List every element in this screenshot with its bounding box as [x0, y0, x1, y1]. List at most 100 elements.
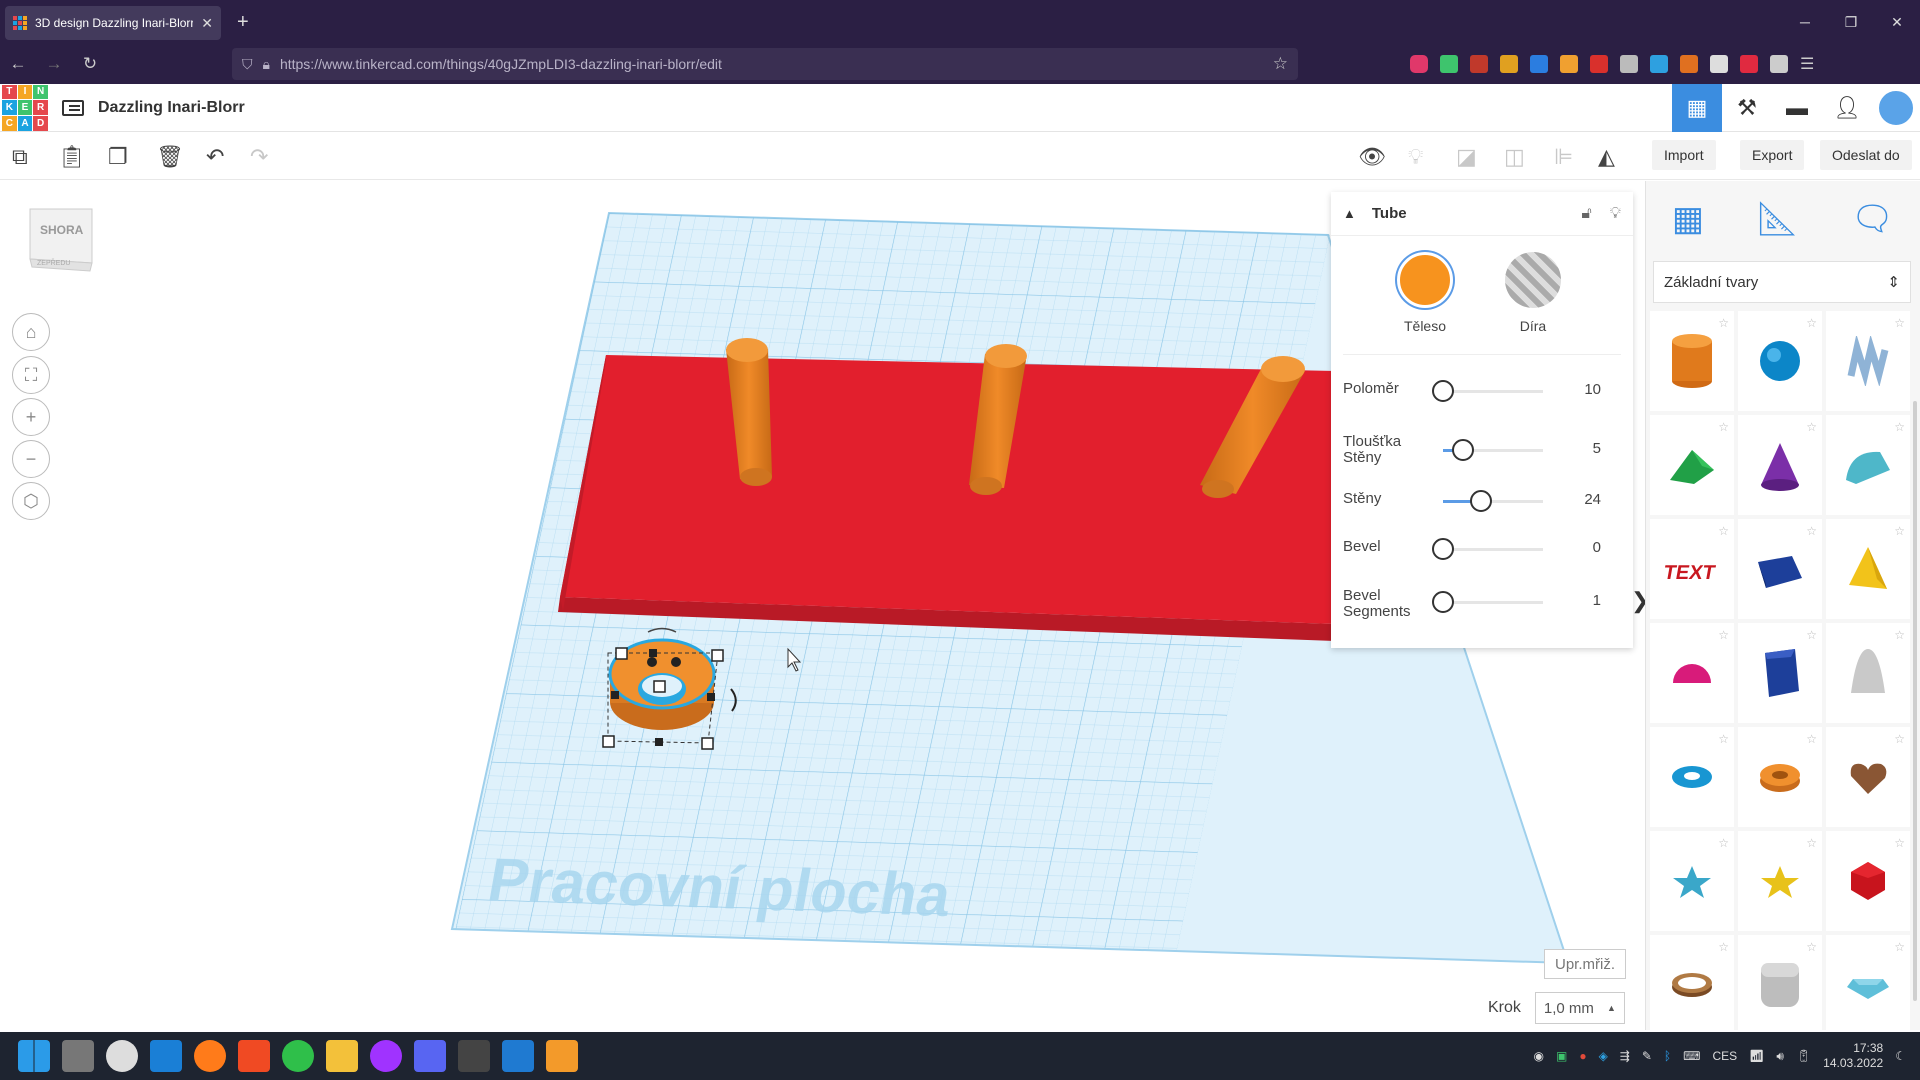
shape-box[interactable]: ☆ — [1738, 519, 1822, 619]
close-window-icon[interactable]: ✕ — [1874, 0, 1920, 44]
zoom-out-icon[interactable]: − — [12, 440, 50, 478]
messenger-icon[interactable] — [370, 1040, 402, 1072]
extension-icon[interactable] — [1590, 55, 1608, 73]
undo-icon[interactable]: ↶ — [206, 144, 224, 170]
copy-icon[interactable]: ⧉ — [12, 144, 28, 170]
param-value[interactable]: 1 — [1593, 592, 1601, 609]
mail-icon[interactable] — [150, 1040, 182, 1072]
language-indicator[interactable]: CES — [1712, 1049, 1737, 1063]
shape-paraboloid[interactable]: ☆ — [1826, 623, 1910, 723]
browser-tab-active[interactable]: 3D design Dazzling Inari-Blorr | ✕ — [5, 6, 221, 40]
pocket-icon[interactable] — [1410, 55, 1428, 73]
new-tab-button[interactable]: + — [237, 11, 249, 34]
zoom-in-icon[interactable]: + — [12, 398, 50, 436]
extension-icon[interactable] — [1650, 55, 1668, 73]
pen-icon[interactable]: ✎ — [1642, 1049, 1652, 1063]
tray-icon[interactable]: ⇶ — [1620, 1049, 1630, 1063]
param-value[interactable]: 5 — [1593, 440, 1601, 457]
fit-view-icon[interactable]: ⛶ — [12, 356, 50, 394]
extension-icon[interactable] — [1530, 55, 1548, 73]
edit-grid-button[interactable]: Upr.mřiž. — [1544, 949, 1626, 979]
bookmark-star-icon[interactable]: ☆ — [1273, 54, 1288, 74]
send-to-button[interactable]: Odeslat do — [1820, 140, 1912, 170]
tray-icon[interactable]: ◈ — [1599, 1049, 1608, 1063]
discord-icon[interactable] — [414, 1040, 446, 1072]
extension-icon[interactable] — [1560, 55, 1578, 73]
extension-icon[interactable] — [1770, 55, 1788, 73]
url-text[interactable]: https://www.tinkercad.com/things/40gJZmp… — [280, 56, 722, 72]
shape-ring[interactable]: ☆ — [1650, 935, 1734, 1035]
whatsapp-icon[interactable] — [282, 1040, 314, 1072]
shape-pyramid[interactable]: ☆ — [1826, 519, 1910, 619]
shape-text[interactable]: ☆ TEXT — [1650, 519, 1734, 619]
url-bar[interactable]: ⛉ 🔒︎ https://www.tinkercad.com/things/40… — [232, 48, 1298, 80]
param-value[interactable]: 0 — [1593, 539, 1601, 556]
3d-design-view-icon[interactable]: ▦ — [1672, 84, 1722, 132]
hole-swatch[interactable] — [1505, 252, 1561, 308]
battery-icon[interactable]: 🔋︎ — [1796, 1049, 1811, 1063]
keyboard-icon[interactable]: ⌨ — [1683, 1049, 1700, 1063]
collapse-inspector-icon[interactable]: ▲ — [1343, 206, 1356, 221]
shape-half-sphere[interactable]: ☆ — [1650, 623, 1734, 723]
shape-gem[interactable]: ☆ — [1826, 935, 1910, 1035]
solid-option[interactable]: Těleso — [1397, 252, 1453, 334]
cloud-icon[interactable] — [106, 1040, 138, 1072]
shape-tube[interactable]: ☆ — [1738, 727, 1822, 827]
minimize-icon[interactable]: ─ — [1782, 0, 1828, 44]
reload-icon[interactable]: ↻ — [72, 54, 108, 74]
param-value[interactable]: 24 — [1584, 491, 1601, 508]
tray-icon[interactable]: ◉ — [1533, 1049, 1543, 1063]
param-value[interactable]: 10 — [1584, 381, 1601, 398]
view-cube[interactable]: SHORA ZEPŘEDU — [28, 203, 94, 273]
extension-icon[interactable] — [1740, 55, 1758, 73]
export-button[interactable]: Export — [1740, 140, 1805, 170]
folder-icon[interactable] — [326, 1040, 358, 1072]
param-slider[interactable] — [1432, 380, 1543, 402]
duplicate-icon[interactable]: ❐ — [108, 144, 128, 170]
firefox-icon[interactable] — [194, 1040, 226, 1072]
extension-icon[interactable] — [1680, 55, 1698, 73]
extension-icon[interactable] — [1470, 55, 1488, 73]
wifi-icon[interactable]: 📶︎ — [1749, 1049, 1764, 1063]
toolbox-icon[interactable]: ▬ — [1772, 84, 1822, 132]
tray-icon[interactable]: ▣ — [1556, 1049, 1567, 1063]
align-icon[interactable]: ⊫ — [1554, 144, 1573, 170]
perspective-icon[interactable]: ⬡ — [12, 482, 50, 520]
volume-icon[interactable]: 🔊︎ — [1776, 1049, 1784, 1064]
ruler-icon[interactable]: 📐︎ — [1756, 199, 1799, 251]
hole-option[interactable]: Díra — [1505, 252, 1561, 334]
tinkercad-logo[interactable]: T I N K E R C A D — [2, 84, 48, 131]
ungroup-icon[interactable]: ◫ — [1504, 144, 1525, 170]
lightbulb-icon[interactable]: 💡︎ — [1610, 205, 1621, 223]
shield-icon[interactable]: ⛉ — [242, 56, 253, 73]
close-tab-icon[interactable]: ✕ — [201, 15, 213, 32]
group-icon[interactable]: ◪ — [1456, 144, 1477, 170]
puzzle-icon[interactable] — [1620, 55, 1638, 73]
back-icon[interactable]: ← — [0, 54, 36, 74]
param-slider[interactable] — [1443, 439, 1543, 461]
shape-cone[interactable]: ☆ — [1738, 415, 1822, 515]
shape-scribble[interactable]: ☆ — [1826, 311, 1910, 411]
shape-star[interactable]: ☆ — [1650, 831, 1734, 931]
grid-view-icon[interactable]: ▦ — [1672, 199, 1704, 251]
home-view-icon[interactable]: ⌂ — [12, 313, 50, 351]
restore-icon[interactable]: ❐ — [1828, 0, 1874, 44]
shape-star-yellow[interactable]: ☆ — [1738, 831, 1822, 931]
hamburger-menu-icon[interactable]: ☰ — [1800, 54, 1814, 74]
paste-icon[interactable]: 📋︎ — [58, 144, 86, 170]
design-title[interactable]: Dazzling Inari-Blorr — [98, 99, 245, 117]
clock[interactable]: 17:38 14.03.2022 — [1823, 1041, 1883, 1071]
shape-icosahedron[interactable]: ☆ — [1826, 831, 1910, 931]
downloads-icon[interactable] — [1440, 55, 1458, 73]
redo-icon[interactable]: ↷ — [250, 144, 268, 170]
tray-icon[interactable]: ● — [1579, 1049, 1586, 1063]
design-list-icon[interactable] — [62, 99, 84, 116]
trello-icon[interactable] — [502, 1040, 534, 1072]
import-button[interactable]: Import — [1652, 140, 1716, 170]
add-user-icon[interactable]: 👤︎ — [1822, 84, 1872, 132]
collapse-panel-icon[interactable]: ❯ — [1631, 588, 1649, 628]
avatar[interactable] — [1872, 84, 1920, 132]
brave-icon[interactable] — [238, 1040, 270, 1072]
start-icon[interactable] — [18, 1040, 50, 1072]
shape-torus[interactable]: ☆ — [1650, 727, 1734, 827]
